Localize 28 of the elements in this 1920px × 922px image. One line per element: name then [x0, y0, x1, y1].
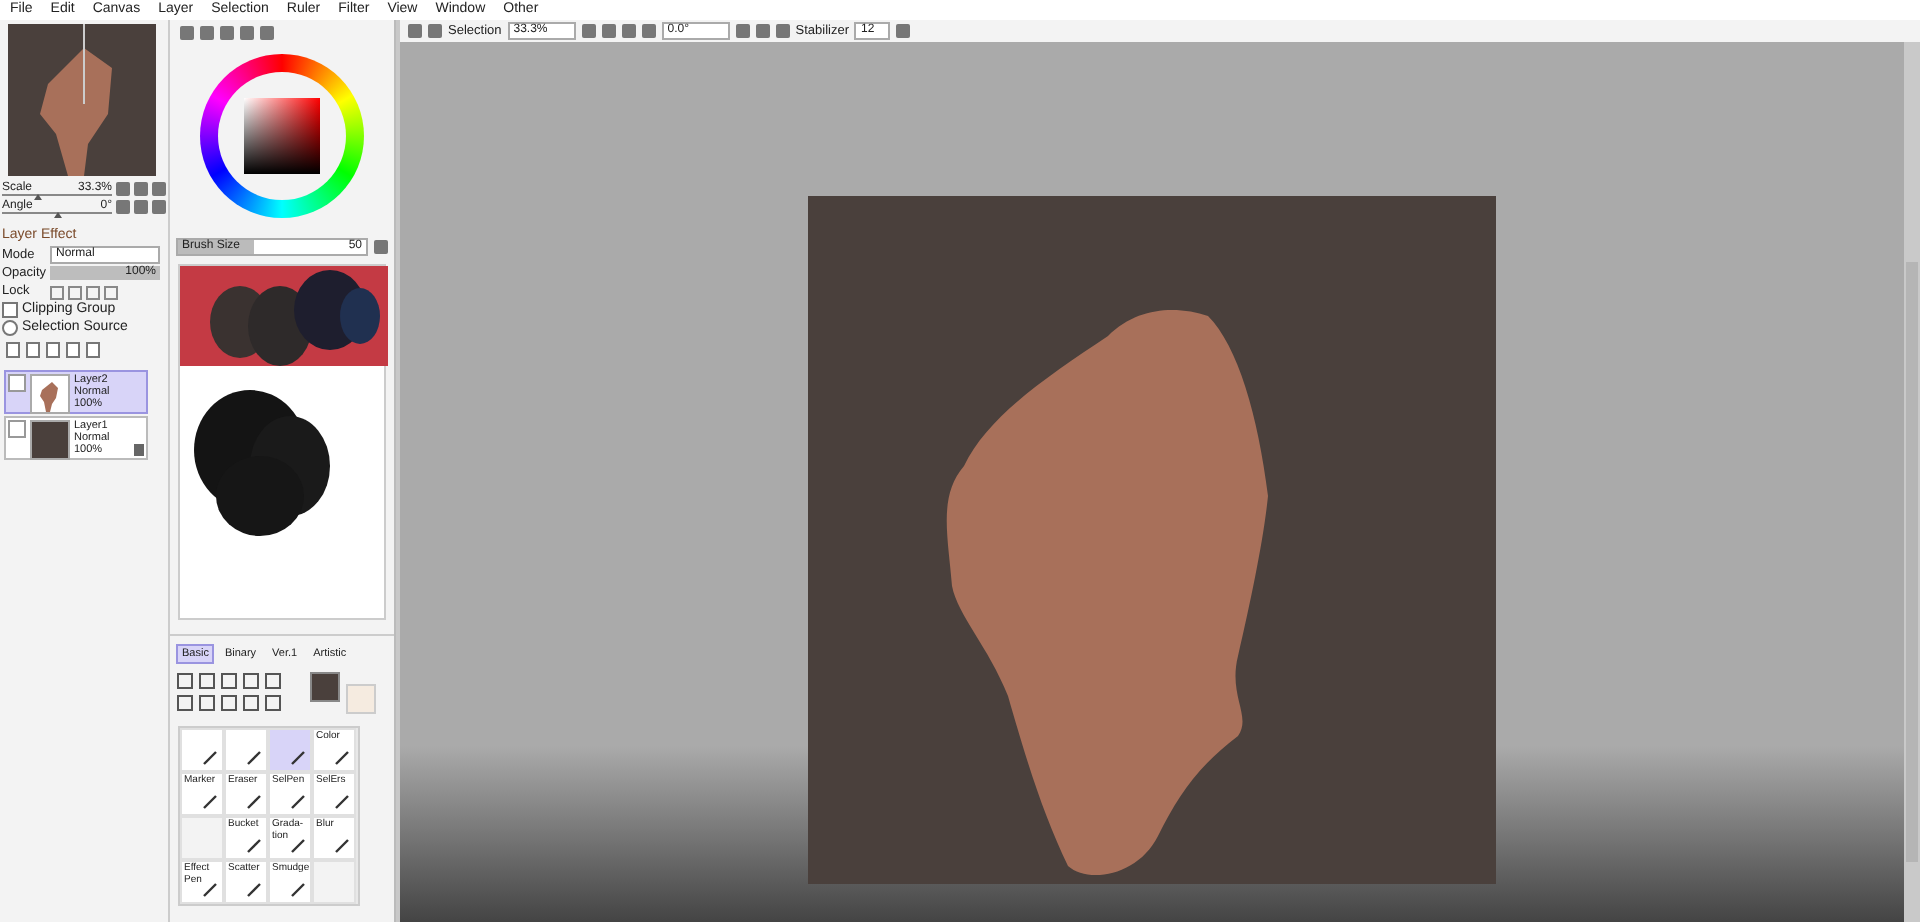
secondary-color-swatch[interactable]	[346, 684, 376, 714]
pen-icon	[334, 794, 350, 810]
pen-icon	[246, 882, 262, 898]
zoom-dropdown-button[interactable]	[581, 24, 596, 38]
pen-icon	[246, 794, 262, 810]
pen-icon	[290, 750, 306, 766]
rotate-right-button[interactable]	[755, 24, 770, 38]
stabilizer-dropdown-button[interactable]	[896, 24, 911, 38]
pen-icon	[290, 882, 306, 898]
pen-icon	[290, 794, 306, 810]
pen-icon	[334, 750, 350, 766]
primary-color-swatch[interactable]	[310, 672, 340, 702]
pen-icon	[246, 838, 262, 854]
rotate-left-button[interactable]	[735, 24, 750, 38]
layer-thumbnail	[30, 374, 70, 414]
checkbox[interactable]	[2, 301, 18, 317]
reset-zoom-button[interactable]	[641, 24, 656, 38]
layer-thumbnail	[30, 420, 70, 460]
pen-icon	[202, 794, 218, 810]
pen-icon	[202, 882, 218, 898]
radio-button[interactable]	[2, 319, 18, 335]
pen-icon	[246, 750, 262, 766]
zoom-out-button[interactable]	[601, 24, 616, 38]
pen-icon	[290, 838, 306, 854]
zoom-in-button[interactable]	[621, 24, 636, 38]
reset-angle-button[interactable]	[775, 24, 790, 38]
pen-icon	[334, 838, 350, 854]
pen-icon	[202, 750, 218, 766]
